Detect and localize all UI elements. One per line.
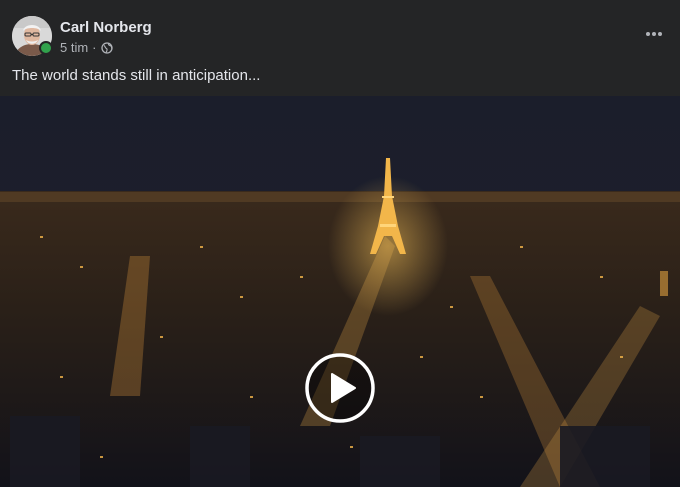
feed-post: Carl Norberg 5 tim · The world stands st… [0,0,680,487]
play-icon [305,353,375,423]
post-caption: The world stands still in anticipation..… [12,67,261,84]
more-horizontal-icon [646,32,662,36]
play-button[interactable] [305,353,375,423]
video-thumbnail [0,96,680,487]
globe-icon [100,41,113,54]
online-status-dot [39,41,53,55]
post-timestamp[interactable]: 5 tim [60,40,88,55]
author-name[interactable]: Carl Norberg [60,19,152,36]
more-options-button[interactable] [642,22,666,46]
post-video[interactable] [0,96,680,487]
post-header: Carl Norberg 5 tim · [0,0,680,62]
meta-separator: · [92,40,97,55]
post-meta: 5 tim · [60,40,113,55]
author-avatar[interactable] [12,16,53,56]
